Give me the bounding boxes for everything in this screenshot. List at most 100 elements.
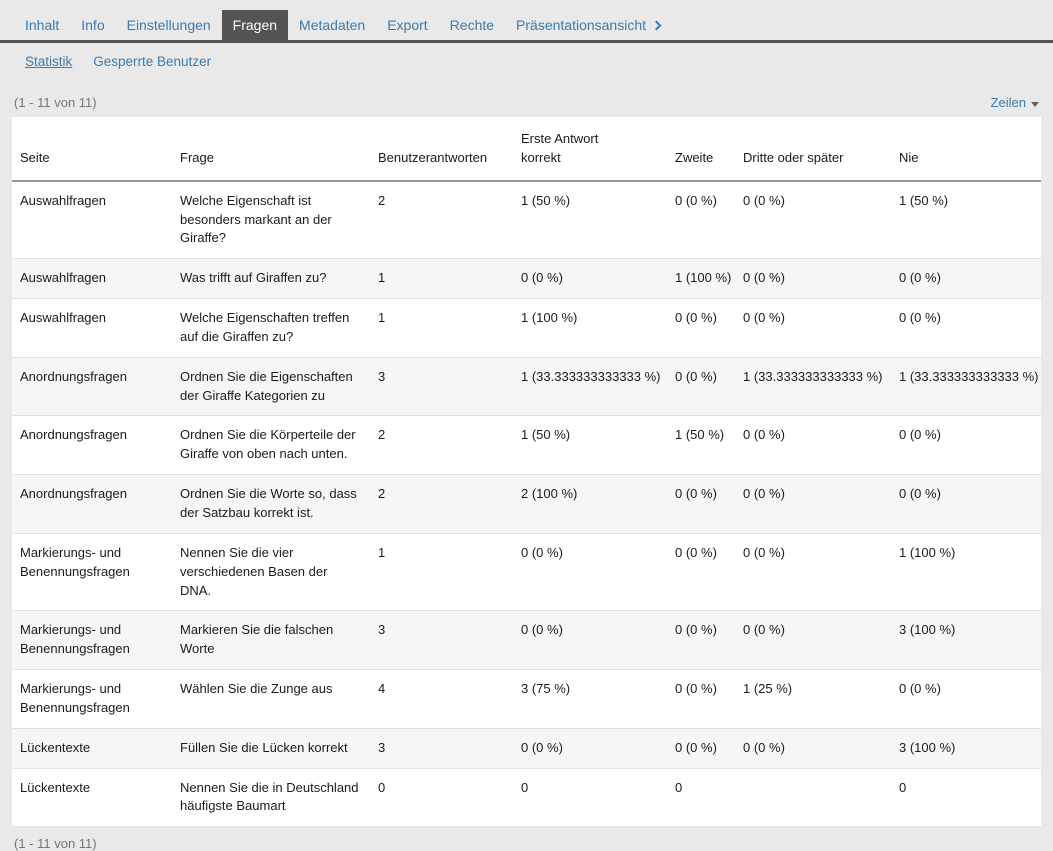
cell-question: Füllen Sie die Lücken korrekt (172, 728, 370, 768)
rows-dropdown-label: Zeilen (991, 95, 1026, 110)
column-header-label: Frage (180, 150, 214, 165)
cell-answer-stat: 1 (100 %) (891, 533, 1041, 611)
cell-answer-stat: 0 (0 %) (735, 299, 891, 358)
table-row: LückentexteNennen Sie die in Deutschland… (12, 768, 1041, 827)
cell-answer-stat: 1 (33.333333333333 %) (513, 357, 667, 416)
cell-answer-stat: 2 (370, 475, 513, 534)
presentation-view-link[interactable]: Präsentationsansicht (505, 10, 671, 40)
table-row: AuswahlfragenWelche Eigenschaft ist beso… (12, 181, 1041, 259)
cell-page: Markierungs- und Benennungsfragen (12, 670, 172, 729)
table-row: AnordnungsfragenOrdnen Sie die Körpertei… (12, 416, 1041, 475)
cell-answer-stat: 0 (891, 768, 1041, 827)
table-toolbar: (1 - 11 von 11) Zeilen (12, 81, 1041, 117)
subtab-bar: Statistik Gesperrte Benutzer (0, 43, 1053, 81)
column-header-seite: Seite (12, 117, 172, 181)
cell-answer-stat: 3 (75 %) (513, 670, 667, 729)
cell-answer-stat: 0 (0 %) (667, 611, 735, 670)
cell-answer-stat: 3 (100 %) (891, 728, 1041, 768)
cell-answer-stat: 1 (100 %) (513, 299, 667, 358)
cell-answer-stat: 1 (25 %) (735, 670, 891, 729)
cell-question: Was trifft auf Giraffen zu? (172, 259, 370, 299)
cell-answer-stat: 1 (33.333333333333 %) (891, 357, 1041, 416)
cell-question: Nennen Sie die vier verschiedenen Basen … (172, 533, 370, 611)
table-row: AuswahlfragenWas trifft auf Giraffen zu?… (12, 259, 1041, 299)
column-header-benutzerantworten: Benutzerantworten (370, 117, 513, 181)
caret-down-icon (1031, 102, 1039, 107)
cell-answer-stat: 1 (370, 259, 513, 299)
tab-inhalt[interactable]: Inhalt (14, 10, 70, 40)
cell-answer-stat: 2 (370, 416, 513, 475)
rows-dropdown[interactable]: Zeilen (991, 95, 1039, 110)
cell-answer-stat: 1 (100 %) (667, 259, 735, 299)
cell-answer-stat: 0 (0 %) (735, 728, 891, 768)
chevron-right-icon (652, 21, 662, 31)
cell-answer-stat: 3 (370, 728, 513, 768)
cell-answer-stat: 0 (0 %) (513, 259, 667, 299)
tab-fragen[interactable]: Fragen (222, 10, 288, 40)
question-statistics-table: SeiteFrageBenutzerantwortenErste Antwort… (12, 117, 1041, 827)
cell-answer-stat: 0 (0 %) (891, 475, 1041, 534)
cell-question: Wählen Sie die Zunge aus (172, 670, 370, 729)
table-row: LückentexteFüllen Sie die Lücken korrekt… (12, 728, 1041, 768)
cell-answer-stat: 0 (0 %) (667, 670, 735, 729)
cell-answer-stat: 0 (0 %) (667, 728, 735, 768)
tab-info[interactable]: Info (70, 10, 115, 40)
subtab-gesperrte-benutzer[interactable]: Gesperrte Benutzer (93, 54, 211, 69)
cell-answer-stat: 0 (0 %) (735, 611, 891, 670)
cell-answer-stat: 1 (50 %) (667, 416, 735, 475)
cell-page: Auswahlfragen (12, 299, 172, 358)
table-footer: (1 - 11 von 11) (12, 827, 1041, 851)
cell-answer-stat (735, 768, 891, 827)
cell-answer-stat: 1 (33.333333333333 %) (735, 357, 891, 416)
cell-answer-stat: 0 (0 %) (667, 299, 735, 358)
cell-question: Ordnen Sie die Eigenschaften der Giraffe… (172, 357, 370, 416)
tab-metadaten[interactable]: Metadaten (288, 10, 376, 40)
table-row: AuswahlfragenWelche Eigenschaften treffe… (12, 299, 1041, 358)
cell-answer-stat: 0 (0 %) (513, 728, 667, 768)
cell-page: Anordnungsfragen (12, 416, 172, 475)
cell-answer-stat: 0 (0 %) (667, 533, 735, 611)
table-row: AnordnungsfragenOrdnen Sie die Worte so,… (12, 475, 1041, 534)
cell-page: Auswahlfragen (12, 181, 172, 259)
cell-answer-stat: 0 (0 %) (667, 475, 735, 534)
cell-page: Anordnungsfragen (12, 475, 172, 534)
column-header-dritte-oder-später: Dritte oder später (735, 117, 891, 181)
cell-answer-stat: 0 (0 %) (667, 181, 735, 259)
cell-answer-stat: 4 (370, 670, 513, 729)
column-header-label: Dritte oder später (743, 150, 843, 165)
subtab-statistik[interactable]: Statistik (25, 54, 72, 69)
cell-answer-stat: 1 (370, 299, 513, 358)
cell-answer-stat: 0 (0 %) (735, 533, 891, 611)
cell-question: Ordnen Sie die Worte so, dass der Satzba… (172, 475, 370, 534)
result-range-top: (1 - 11 von 11) (14, 95, 97, 110)
cell-answer-stat: 1 (50 %) (891, 181, 1041, 259)
presentation-view-label: Präsentationsansicht (516, 17, 646, 33)
cell-answer-stat: 0 (0 %) (891, 670, 1041, 729)
content-area: (1 - 11 von 11) Zeilen Seite Frage Benutze… (0, 81, 1053, 851)
tab-einstellungen[interactable]: Einstellungen (116, 10, 222, 40)
cell-answer-stat: 0 (0 %) (513, 533, 667, 611)
column-header-frage: Frage (172, 117, 370, 181)
column-header-label: Seite (20, 150, 50, 165)
cell-answer-stat: 0 (0 %) (891, 299, 1041, 358)
cell-answer-stat: 0 (0 %) (735, 416, 891, 475)
cell-answer-stat: 2 (370, 181, 513, 259)
column-header-label: Zweite (675, 150, 713, 165)
tab-export[interactable]: Export (376, 10, 438, 40)
cell-answer-stat: 1 (370, 533, 513, 611)
cell-question: Markieren Sie die falschen Worte (172, 611, 370, 670)
column-header-label: Nie (899, 150, 919, 165)
cell-question: Nennen Sie die in Deutschland häufigste … (172, 768, 370, 827)
cell-page: Lückentexte (12, 728, 172, 768)
cell-answer-stat: 3 (100 %) (891, 611, 1041, 670)
cell-answer-stat: 0 (370, 768, 513, 827)
column-header-label: Benutzerantworten (378, 150, 487, 165)
cell-answer-stat: 3 (370, 611, 513, 670)
cell-answer-stat: 0 (0 %) (667, 357, 735, 416)
cell-answer-stat: 0 (0 %) (735, 259, 891, 299)
cell-answer-stat: 0 (0 %) (891, 416, 1041, 475)
cell-answer-stat: 1 (50 %) (513, 181, 667, 259)
result-range-bottom: (1 - 11 von 11) (14, 836, 97, 851)
column-header-zweite: Zweite (667, 117, 735, 181)
tab-rechte[interactable]: Rechte (439, 10, 505, 40)
